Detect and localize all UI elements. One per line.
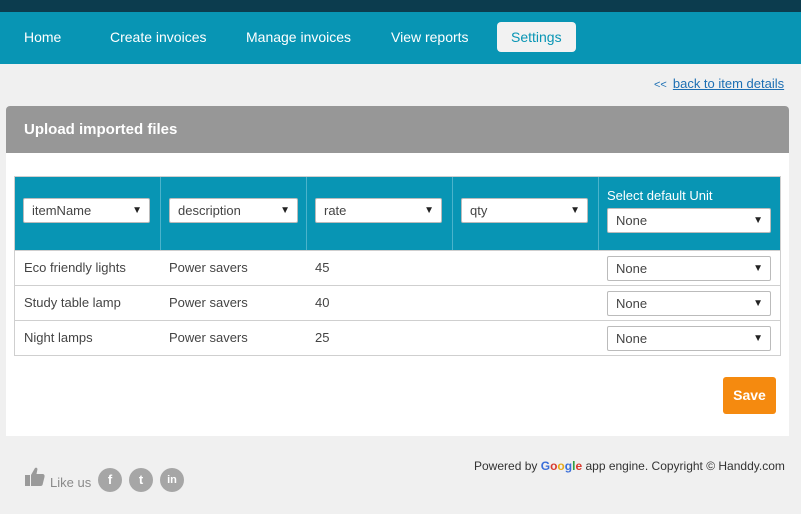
caret-down-icon: ▼ bbox=[424, 205, 434, 216]
nav-settings[interactable]: Settings bbox=[497, 22, 576, 52]
back-to-item-details-link[interactable]: back to item details bbox=[673, 76, 784, 91]
caret-down-icon: ▼ bbox=[753, 215, 763, 226]
table-row: Night lamps Power savers 25 None ▼ bbox=[15, 320, 780, 355]
back-link-container: << back to item details bbox=[654, 76, 784, 91]
powered-prefix: Powered by bbox=[474, 459, 538, 473]
header-cell-2: description ▼ bbox=[161, 177, 307, 250]
caret-down-icon: ▼ bbox=[753, 333, 763, 344]
default-unit-select[interactable]: None ▼ bbox=[607, 208, 771, 233]
header-cell-4: qty ▼ bbox=[453, 177, 599, 250]
column-map-select-4[interactable]: qty ▼ bbox=[461, 198, 588, 223]
nav-manage-invoices[interactable]: Manage invoices bbox=[246, 22, 351, 52]
table-row: Eco friendly lights Power savers 45 None… bbox=[15, 250, 780, 285]
nav-home[interactable]: Home bbox=[24, 22, 61, 52]
nav-create-invoices[interactable]: Create invoices bbox=[110, 22, 207, 52]
caret-down-icon: ▼ bbox=[280, 205, 290, 216]
like-us-label: Like us bbox=[50, 475, 92, 490]
cell-item-name: Eco friendly lights bbox=[24, 260, 126, 275]
cell-description: Power savers bbox=[169, 260, 248, 275]
header-cell-1: itemName ▼ bbox=[15, 177, 161, 250]
select-value: None bbox=[616, 213, 648, 228]
select-value: None bbox=[616, 296, 648, 311]
twitter-icon[interactable]: t bbox=[129, 468, 153, 492]
select-value: itemName bbox=[32, 203, 92, 218]
powered-suffix: app engine. Copyright © Handdy.com bbox=[585, 459, 785, 473]
table-row: Study table lamp Power savers 40 None ▼ bbox=[15, 285, 780, 320]
cell-rate: 40 bbox=[315, 295, 330, 310]
linkedin-icon[interactable]: in bbox=[160, 468, 184, 492]
upload-panel: Upload imported files itemName ▼ descript… bbox=[6, 106, 789, 436]
panel-title: Upload imported files bbox=[6, 106, 789, 153]
column-map-select-2[interactable]: description ▼ bbox=[169, 198, 298, 223]
cell-rate: 25 bbox=[315, 330, 330, 345]
google-logo: Google bbox=[540, 459, 583, 473]
row-unit-select[interactable]: None ▼ bbox=[607, 256, 771, 281]
double-chevron-left-icon: << bbox=[654, 79, 667, 91]
cell-description: Power savers bbox=[169, 330, 248, 345]
row-unit-select[interactable]: None ▼ bbox=[607, 326, 771, 351]
select-value: description bbox=[178, 203, 241, 218]
column-map-select-3[interactable]: rate ▼ bbox=[315, 198, 442, 223]
cell-description: Power savers bbox=[169, 295, 248, 310]
top-strip bbox=[0, 0, 801, 12]
cell-item-name: Study table lamp bbox=[24, 295, 121, 310]
header-cell-3: rate ▼ bbox=[307, 177, 453, 250]
select-value: None bbox=[616, 331, 648, 346]
default-unit-label: Select default Unit bbox=[607, 188, 713, 203]
cell-item-name: Night lamps bbox=[24, 330, 93, 345]
row-unit-select[interactable]: None ▼ bbox=[607, 291, 771, 316]
table-header: itemName ▼ description ▼ rate ▼ qty ▼ Select… bbox=[15, 177, 780, 250]
caret-down-icon: ▼ bbox=[753, 263, 763, 274]
select-value: rate bbox=[324, 203, 347, 218]
thumbs-up-icon bbox=[25, 467, 45, 486]
column-map-select-1[interactable]: itemName ▼ bbox=[23, 198, 150, 223]
powered-by-text: Powered by Google app engine. Copyright … bbox=[474, 459, 785, 473]
select-value: qty bbox=[470, 203, 488, 218]
cell-rate: 45 bbox=[315, 260, 330, 275]
main-nav: Home Create invoices Manage invoices Vie… bbox=[0, 12, 801, 64]
save-button[interactable]: Save bbox=[723, 377, 776, 414]
import-table: itemName ▼ description ▼ rate ▼ qty ▼ Select… bbox=[14, 176, 781, 356]
facebook-icon[interactable]: f bbox=[98, 468, 122, 492]
caret-down-icon: ▼ bbox=[570, 205, 580, 216]
select-value: None bbox=[616, 261, 648, 276]
header-cell-unit: Select default Unit None ▼ bbox=[599, 177, 780, 250]
caret-down-icon: ▼ bbox=[753, 298, 763, 309]
nav-view-reports[interactable]: View reports bbox=[391, 22, 469, 52]
caret-down-icon: ▼ bbox=[132, 205, 142, 216]
